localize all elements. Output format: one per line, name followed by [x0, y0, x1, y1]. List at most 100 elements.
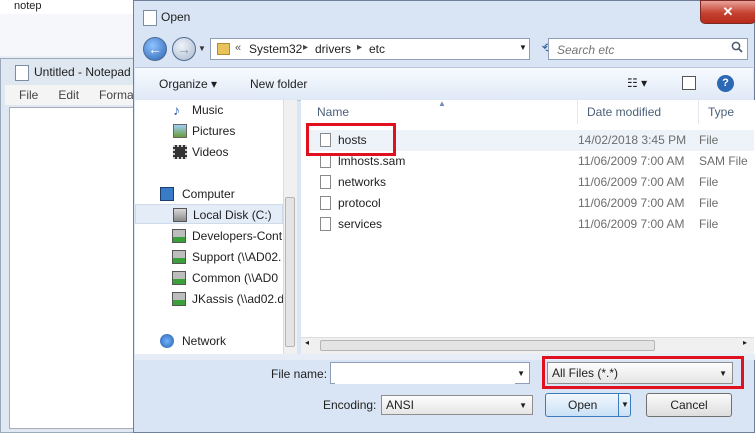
- breadcrumb-etc[interactable]: etc: [369, 42, 385, 56]
- notepad-window: Untitled - Notepad File Edit Format: [0, 58, 140, 433]
- breadcrumb-drivers[interactable]: drivers: [315, 42, 351, 56]
- nav-item-network[interactable]: Network: [135, 331, 283, 351]
- file-icon: [320, 154, 331, 168]
- file-name: protocol: [338, 196, 381, 210]
- notepad-titlebar: Untitled - Notepad: [1, 59, 139, 83]
- back-arrow-icon: ←: [148, 41, 162, 57]
- help-button[interactable]: ?: [717, 75, 734, 92]
- new-folder-button[interactable]: New folder: [250, 77, 307, 91]
- file-icon: [320, 217, 331, 231]
- address-bar[interactable]: « System32 ▸ drivers ▸ etc: [210, 38, 530, 60]
- folder-icon: [217, 43, 230, 55]
- file-type: File: [699, 175, 719, 189]
- file-date: 11/06/2009 7:00 AM: [578, 196, 685, 210]
- nav-item-label: Computer: [182, 187, 235, 201]
- address-dropdown-icon[interactable]: ▼: [519, 43, 527, 52]
- network-drive-icon: [172, 250, 186, 264]
- scroll-right-icon[interactable]: ▸: [743, 338, 747, 347]
- open-button[interactable]: Open ▼: [545, 393, 631, 417]
- forward-button[interactable]: →: [172, 37, 196, 61]
- nav-item-common[interactable]: Common (\\AD0: [135, 268, 283, 288]
- dialog-title: Open: [161, 10, 191, 24]
- nav-item-label: Common (\\AD0: [192, 271, 279, 285]
- views-button[interactable]: ☷ ▾: [627, 76, 647, 90]
- navigation-pane: ♪ Music Pictures Videos Computer Local D…: [135, 100, 297, 354]
- file-row-protocol[interactable]: protocol 11/06/2009 7:00 AM File: [308, 193, 754, 214]
- file-type-filter-dropdown[interactable]: All Files (*.*) ▼: [547, 362, 733, 384]
- close-button[interactable]: ✕: [700, 0, 755, 24]
- chevron-down-icon: ▼: [719, 369, 727, 378]
- music-icon: ♪: [173, 102, 180, 118]
- notepad-text-area[interactable]: [9, 107, 135, 429]
- column-header-type[interactable]: Type: [699, 100, 755, 124]
- file-icon: [320, 133, 331, 147]
- forward-arrow-icon: →: [177, 41, 191, 57]
- file-row-networks[interactable]: networks 11/06/2009 7:00 AM File: [308, 172, 754, 193]
- notepad-icon: [15, 65, 29, 81]
- recent-locations-dropdown[interactable]: ▼: [198, 44, 206, 53]
- network-drive-icon: [172, 229, 186, 243]
- open-options-dropdown[interactable]: ▼: [618, 394, 631, 416]
- file-name-input[interactable]: [335, 364, 515, 384]
- file-row-lmhosts[interactable]: lmhosts.sam 11/06/2009 7:00 AM SAM File: [308, 151, 754, 172]
- nav-item-label: Network: [182, 334, 227, 348]
- nav-item-local-disk[interactable]: Local Disk (C:): [135, 204, 283, 224]
- file-type: File: [699, 217, 719, 231]
- file-list-horizontal-scrollbar[interactable]: ◂ ▸: [301, 337, 754, 354]
- computer-icon: [160, 187, 174, 201]
- nav-item-jkassis[interactable]: JKassis (\\ad02.dp: [135, 289, 283, 309]
- scroll-left-icon[interactable]: ◂: [305, 338, 309, 347]
- nav-item-label: Developers-Cont: [192, 229, 283, 243]
- nav-item-label: JKassis (\\ad02.dp: [192, 292, 283, 306]
- notepad-menu-edit[interactable]: Edit: [58, 88, 79, 102]
- file-name: services: [338, 217, 383, 231]
- column-header-name[interactable]: Name ▲: [308, 99, 578, 124]
- notepad-menu-file[interactable]: File: [19, 88, 38, 102]
- videos-icon: [173, 145, 187, 159]
- file-icon: [320, 175, 331, 189]
- file-type: File: [699, 196, 719, 210]
- file-name-combobox[interactable]: ▼: [330, 362, 530, 384]
- breadcrumb-separator[interactable]: ▸: [357, 42, 362, 53]
- nav-scrollbar-thumb[interactable]: [285, 197, 295, 347]
- cancel-button[interactable]: Cancel: [646, 393, 732, 417]
- file-type: File: [699, 133, 719, 147]
- file-type-filter-value: All Files (*.*): [552, 366, 619, 380]
- nav-item-pictures[interactable]: Pictures: [135, 121, 283, 141]
- preview-pane-button[interactable]: [682, 76, 696, 90]
- nav-item-label: Videos: [192, 145, 229, 159]
- file-list: Name ▲ Date modified Type hosts 14/02/20…: [301, 99, 755, 354]
- background-desktop: [0, 14, 140, 56]
- sort-ascending-icon: ▲: [438, 99, 446, 108]
- nav-item-computer[interactable]: Computer: [135, 184, 283, 204]
- nav-item-videos[interactable]: Videos: [135, 142, 283, 162]
- breadcrumb-system32[interactable]: System32: [249, 42, 302, 56]
- nav-item-label: Local Disk (C:): [193, 208, 272, 222]
- file-row-hosts[interactable]: hosts 14/02/2018 3:45 PM File: [308, 130, 754, 151]
- notepad-menu-format[interactable]: Format: [99, 88, 137, 102]
- file-date: 11/06/2009 7:00 AM: [578, 175, 685, 189]
- file-row-services[interactable]: services 11/06/2009 7:00 AM File: [308, 214, 754, 235]
- encoding-value: ANSI: [386, 398, 415, 412]
- horizontal-scrollbar-thumb[interactable]: [320, 340, 655, 351]
- file-date: 11/06/2009 7:00 AM: [578, 154, 685, 168]
- encoding-dropdown[interactable]: ANSI ▼: [381, 395, 533, 415]
- nav-item-label: Pictures: [192, 124, 236, 138]
- nav-item-developers[interactable]: Developers-Cont: [135, 226, 283, 246]
- search-input[interactable]: [555, 40, 719, 60]
- network-icon: [160, 334, 174, 348]
- pictures-icon: [173, 124, 187, 138]
- back-button[interactable]: ←: [143, 37, 167, 61]
- nav-item-support[interactable]: Support (\\AD02.: [135, 247, 283, 267]
- breadcrumb-separator[interactable]: ▸: [303, 42, 308, 53]
- background-taskbar-input: notep: [0, 0, 150, 15]
- local-disk-icon: [173, 208, 187, 222]
- organize-button[interactable]: Organize ▾: [159, 77, 217, 91]
- search-box[interactable]: [548, 38, 748, 60]
- nav-item-music[interactable]: ♪ Music: [135, 100, 283, 120]
- address-overflow-chevron[interactable]: «: [235, 42, 241, 54]
- column-name-label: Name: [317, 105, 350, 119]
- file-name: hosts: [338, 133, 367, 147]
- chevron-down-icon[interactable]: ▼: [517, 369, 525, 378]
- column-header-date[interactable]: Date modified: [578, 100, 699, 124]
